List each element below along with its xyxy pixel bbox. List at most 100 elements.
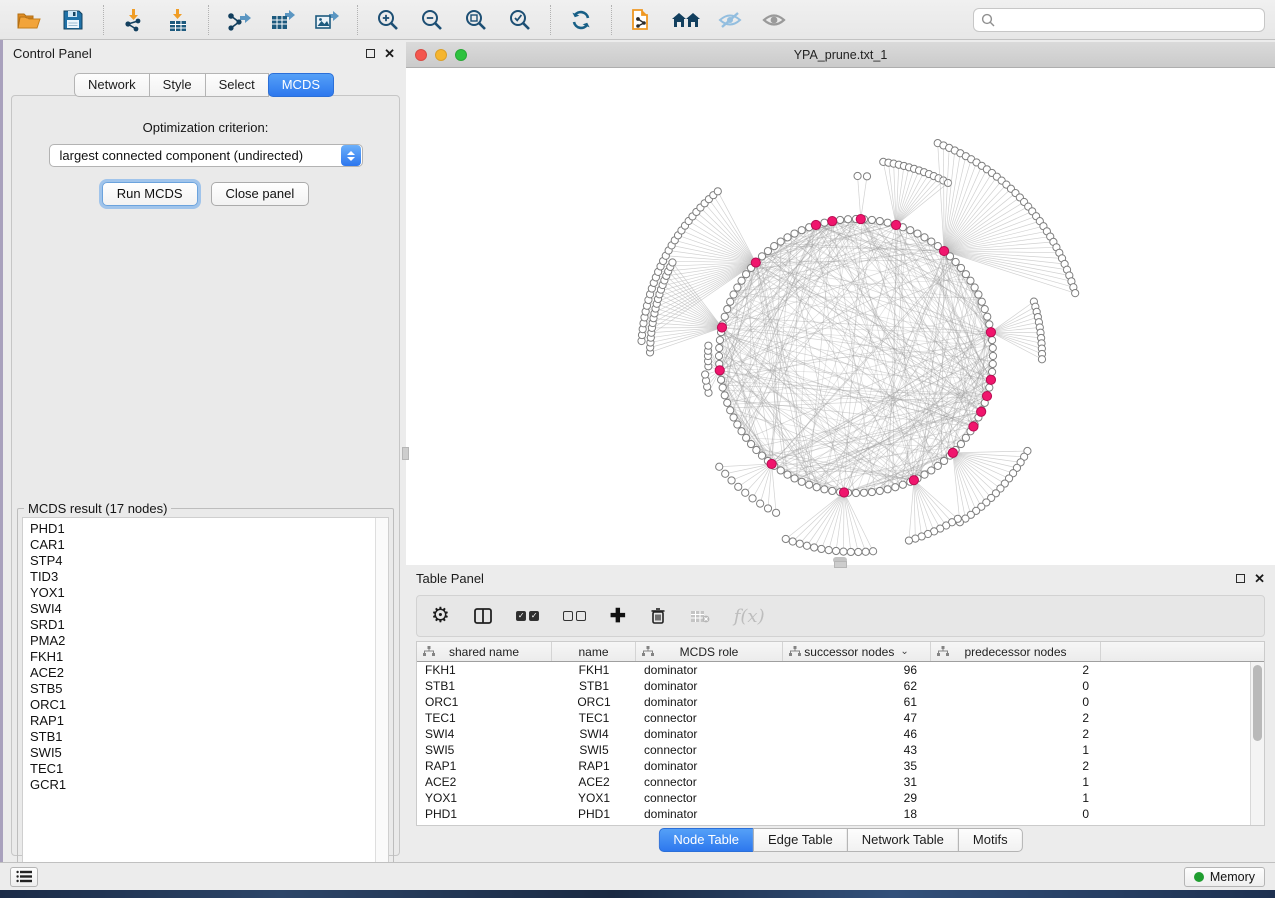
tab-network-table[interactable]: Network Table — [847, 828, 959, 852]
search-input[interactable] — [995, 13, 1257, 27]
cell-shared-name[interactable]: STB1 — [417, 679, 552, 693]
table-row[interactable]: SWI5 SWI5 connector 43 1 — [417, 742, 1264, 758]
horizontal-split-grip[interactable] — [834, 561, 847, 568]
cell-shared-name[interactable]: YOX1 — [417, 791, 552, 805]
mcds-result-item[interactable]: FKH1 — [30, 649, 375, 665]
column-header-mcds-role[interactable]: MCDS role — [636, 642, 783, 661]
cell-name[interactable]: ORC1 — [552, 695, 636, 709]
mcds-result-item[interactable]: SWI5 — [30, 745, 375, 761]
mcds-result-item[interactable]: STB5 — [30, 681, 375, 697]
cell-successor-nodes[interactable]: 96 — [783, 663, 931, 677]
cell-shared-name[interactable]: RAP1 — [417, 759, 552, 773]
cell-successor-nodes[interactable]: 46 — [783, 727, 931, 741]
cell-predecessor-nodes[interactable]: 0 — [931, 679, 1101, 693]
cell-successor-nodes[interactable]: 47 — [783, 711, 931, 725]
mcds-result-item[interactable]: TID3 — [30, 569, 375, 585]
network-canvas[interactable] — [406, 68, 1275, 565]
cell-mcds-role[interactable]: dominator — [636, 807, 783, 821]
task-history-button[interactable] — [10, 867, 38, 887]
cell-name[interactable]: STB1 — [552, 679, 636, 693]
table-row[interactable]: SWI4 SWI4 dominator 46 2 — [417, 726, 1264, 742]
cell-mcds-role[interactable]: dominator — [636, 679, 783, 693]
table-row[interactable]: ACE2 ACE2 connector 31 1 — [417, 774, 1264, 790]
cell-name[interactable]: YOX1 — [552, 791, 636, 805]
cell-successor-nodes[interactable]: 61 — [783, 695, 931, 709]
cell-predecessor-nodes[interactable]: 2 — [931, 727, 1101, 741]
table-row[interactable]: ORC1 ORC1 dominator 61 0 — [417, 694, 1264, 710]
tab-edge-table[interactable]: Edge Table — [753, 828, 848, 852]
mcds-result-item[interactable]: PHD1 — [30, 521, 375, 537]
cell-successor-nodes[interactable]: 43 — [783, 743, 931, 757]
cell-mcds-role[interactable]: connector — [636, 791, 783, 805]
tab-node-table[interactable]: Node Table — [658, 828, 754, 852]
table-settings-button[interactable]: ⚙ — [431, 606, 450, 626]
cell-predecessor-nodes[interactable]: 1 — [931, 775, 1101, 789]
network-graph[interactable] — [406, 68, 1275, 565]
zoom-selected-button[interactable] — [501, 4, 539, 36]
select-all-columns-button[interactable] — [516, 611, 539, 621]
column-header-predecessor-nodes[interactable]: predecessor nodes — [931, 642, 1101, 661]
cell-mcds-role[interactable]: dominator — [636, 663, 783, 677]
cell-shared-name[interactable]: TEC1 — [417, 711, 552, 725]
cell-predecessor-nodes[interactable]: 1 — [931, 791, 1101, 805]
mcds-result-item[interactable]: RAP1 — [30, 713, 375, 729]
mcds-result-item[interactable]: GCR1 — [30, 777, 375, 793]
table-row[interactable]: PHD1 PHD1 dominator 18 0 — [417, 806, 1264, 822]
open-file-button[interactable] — [10, 4, 48, 36]
create-column-button[interactable]: ✚ — [610, 605, 626, 628]
cell-name[interactable]: FKH1 — [552, 663, 636, 677]
mcds-result-item[interactable]: YOX1 — [30, 585, 375, 601]
mcds-result-item[interactable]: PMA2 — [30, 633, 375, 649]
tab-network[interactable]: Network — [74, 73, 150, 97]
mcds-result-item[interactable]: STB1 — [30, 729, 375, 745]
float-panel-icon[interactable] — [366, 49, 375, 58]
zoom-in-button[interactable] — [369, 4, 407, 36]
refresh-view-button[interactable] — [562, 4, 600, 36]
cell-name[interactable]: ACE2 — [552, 775, 636, 789]
cell-name[interactable]: RAP1 — [552, 759, 636, 773]
zoom-fit-button[interactable] — [457, 4, 495, 36]
result-list-scrollbar[interactable] — [375, 518, 388, 872]
cell-mcds-role[interactable]: connector — [636, 743, 783, 757]
export-network-button[interactable] — [220, 4, 258, 36]
cell-name[interactable]: SWI4 — [552, 727, 636, 741]
export-image-button[interactable] — [308, 4, 346, 36]
cell-predecessor-nodes[interactable]: 0 — [931, 807, 1101, 821]
close-table-panel-icon[interactable]: ✕ — [1254, 574, 1265, 583]
tab-motifs[interactable]: Motifs — [958, 828, 1023, 852]
mcds-result-item[interactable]: SWI4 — [30, 601, 375, 617]
close-panel-icon[interactable]: ✕ — [384, 49, 395, 58]
show-all-button[interactable] — [755, 4, 793, 36]
column-header-name[interactable]: name — [552, 642, 636, 661]
cell-mcds-role[interactable]: connector — [636, 711, 783, 725]
table-row[interactable]: FKH1 FKH1 dominator 96 2 — [417, 662, 1264, 678]
table-row[interactable]: YOX1 YOX1 connector 29 1 — [417, 790, 1264, 806]
cell-mcds-role[interactable]: dominator — [636, 695, 783, 709]
run-mcds-button[interactable]: Run MCDS — [102, 182, 198, 206]
memory-button[interactable]: Memory — [1184, 867, 1265, 887]
zoom-out-button[interactable] — [413, 4, 451, 36]
cell-name[interactable]: SWI5 — [552, 743, 636, 757]
first-neighbors-button[interactable] — [667, 4, 705, 36]
save-session-button[interactable] — [54, 4, 92, 36]
import-network-button[interactable] — [115, 4, 153, 36]
close-panel-button[interactable]: Close panel — [211, 182, 310, 206]
deselect-all-columns-button[interactable] — [563, 611, 586, 621]
tab-select[interactable]: Select — [205, 73, 269, 97]
column-header-shared-name[interactable]: shared name — [417, 642, 552, 661]
cell-successor-nodes[interactable]: 35 — [783, 759, 931, 773]
column-header-successor-nodes[interactable]: successor nodes ⌄ — [783, 642, 931, 661]
vertical-split-grip[interactable] — [402, 447, 409, 460]
cell-shared-name[interactable]: SWI4 — [417, 727, 552, 741]
cell-predecessor-nodes[interactable]: 2 — [931, 663, 1101, 677]
export-table-button[interactable] — [264, 4, 302, 36]
cell-predecessor-nodes[interactable]: 1 — [931, 743, 1101, 757]
cell-shared-name[interactable]: ORC1 — [417, 695, 552, 709]
cell-shared-name[interactable]: SWI5 — [417, 743, 552, 757]
table-row[interactable]: TEC1 TEC1 connector 47 2 — [417, 710, 1264, 726]
hide-selected-button[interactable] — [711, 4, 749, 36]
mcds-result-item[interactable]: TEC1 — [30, 761, 375, 777]
cell-mcds-role[interactable]: dominator — [636, 759, 783, 773]
network-window-titlebar[interactable]: YPA_prune.txt_1 — [406, 42, 1275, 68]
show-columns-button[interactable] — [474, 608, 492, 624]
